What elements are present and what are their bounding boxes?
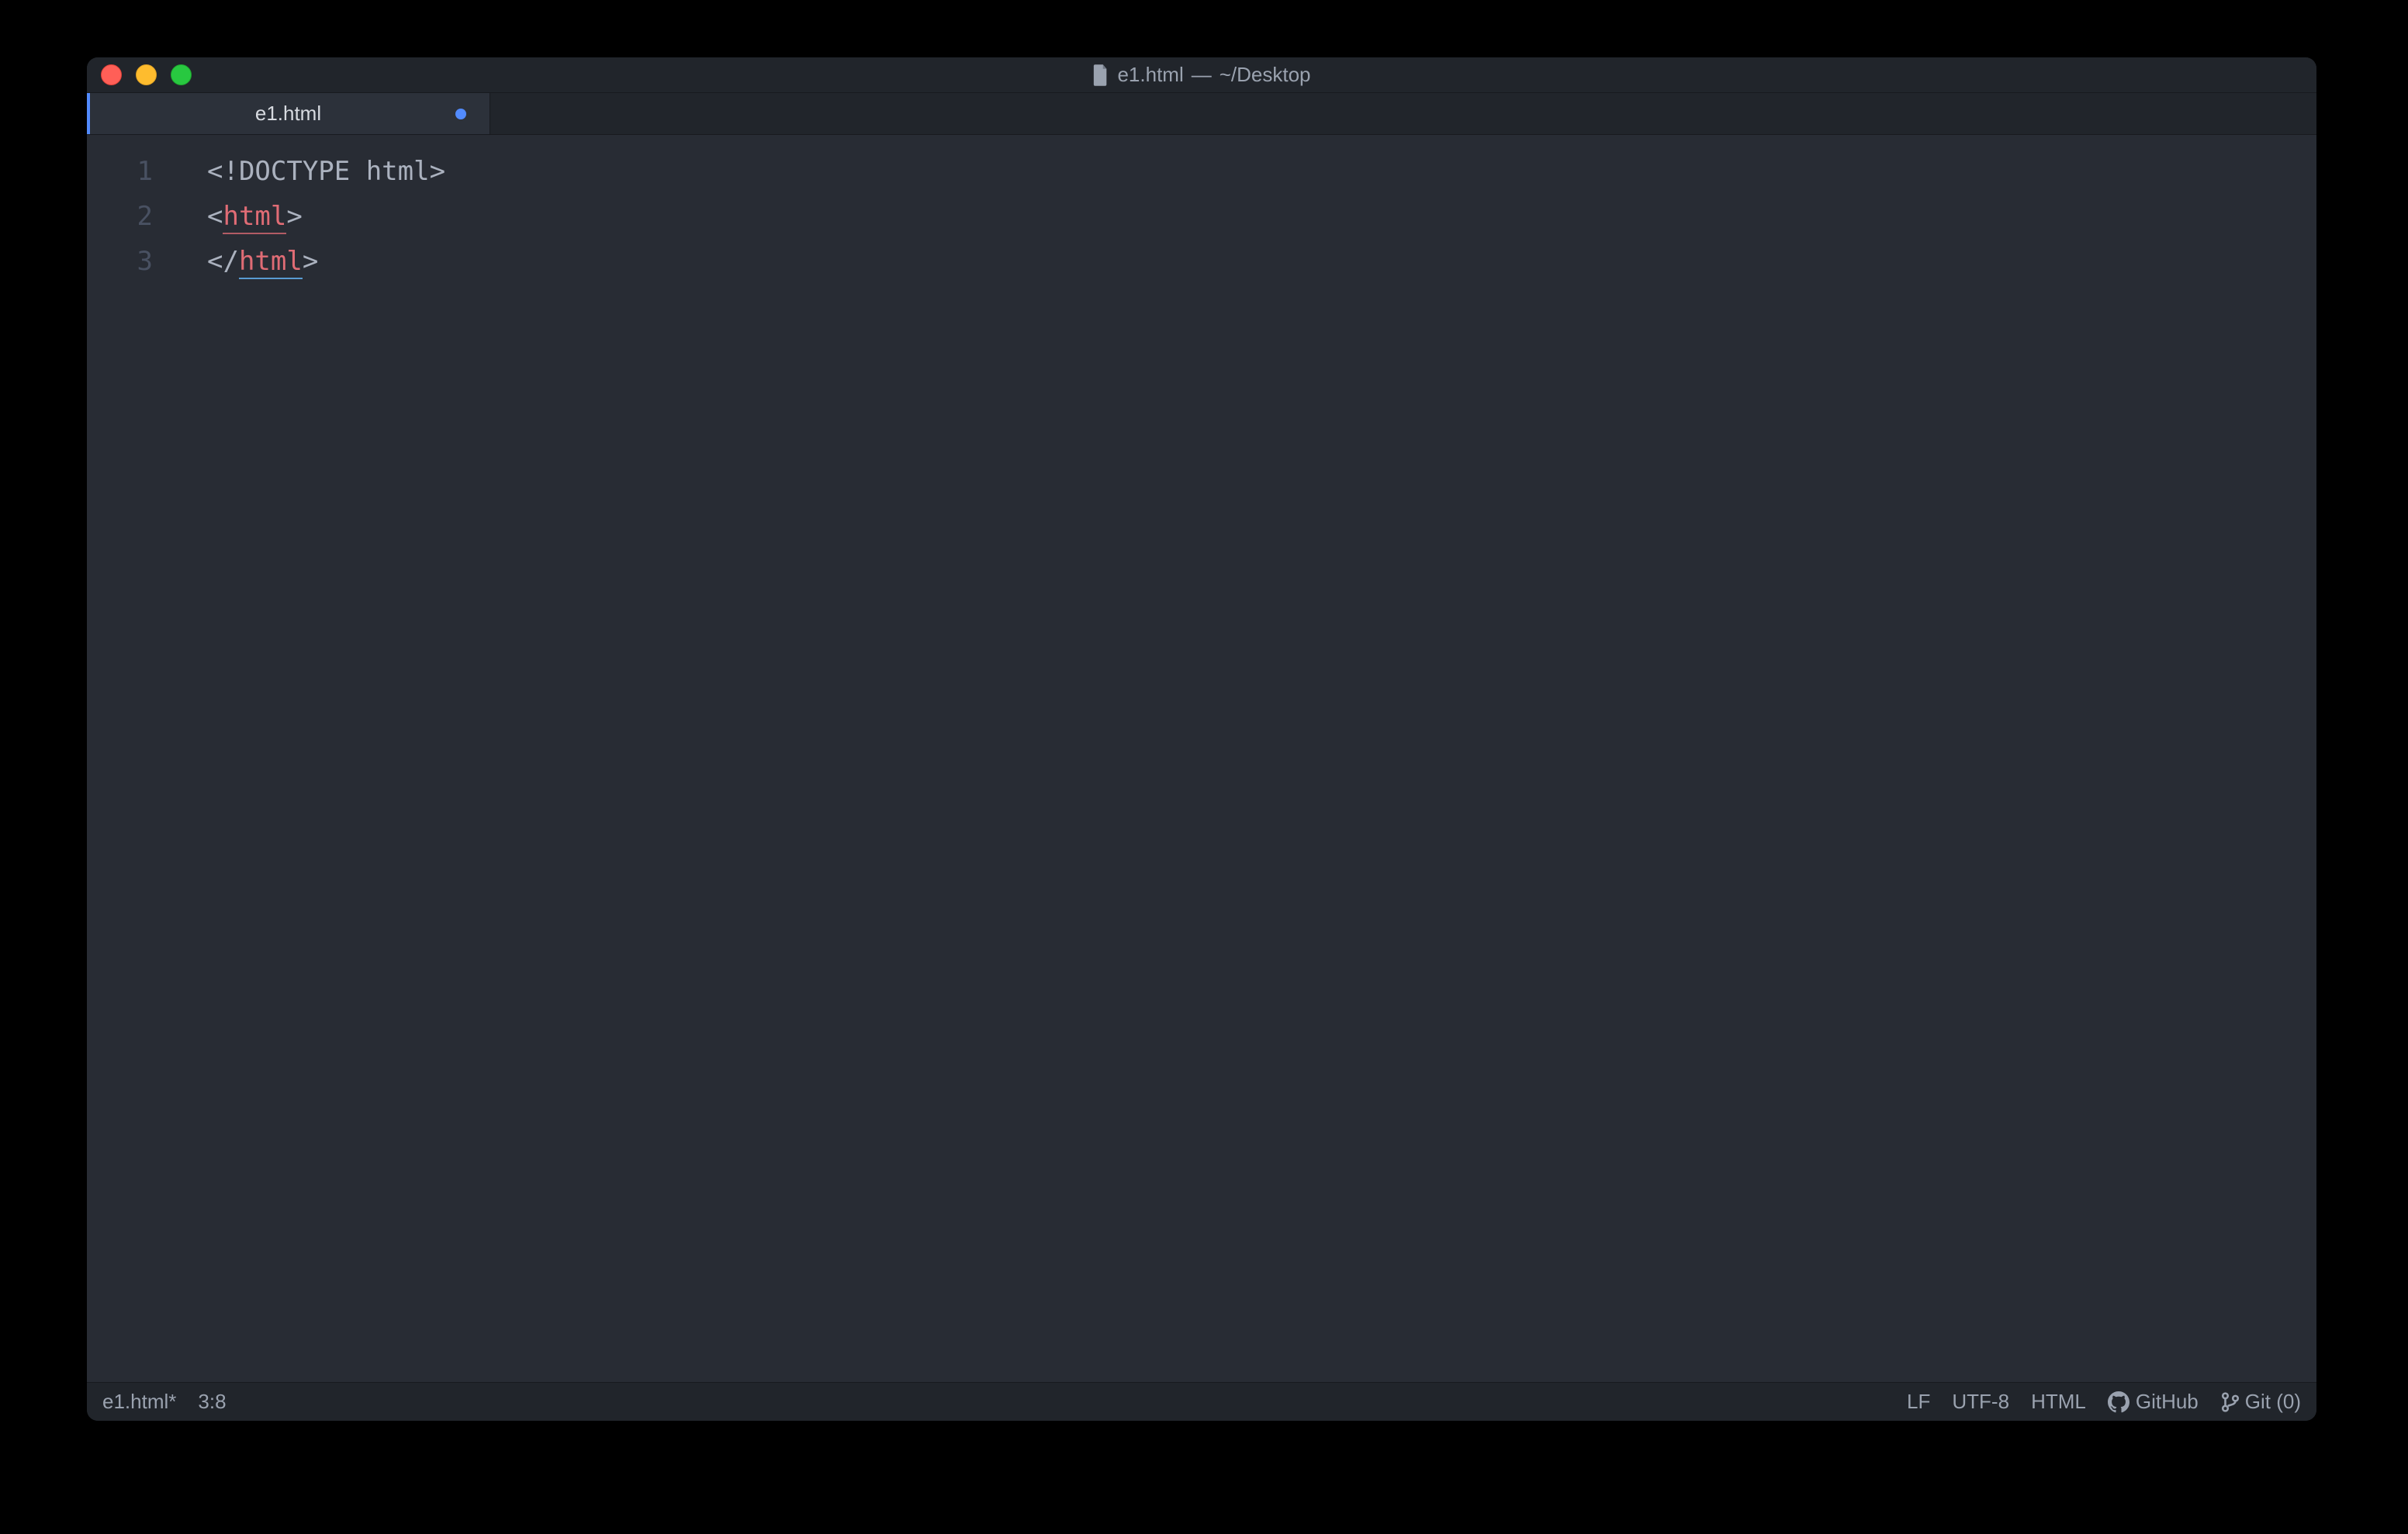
tabbar: e1.html: [87, 93, 2316, 135]
code-token: html: [223, 201, 286, 234]
line-number: 1: [87, 149, 153, 194]
code-editor[interactable]: 123 <!DOCTYPE html><html></html>: [87, 135, 2316, 1382]
document-icon: [1092, 64, 1109, 86]
editor-window: e1.html — ~/Desktop e1.html 123 <!DOCTYP…: [87, 57, 2316, 1421]
code-line[interactable]: <!DOCTYPE html>: [207, 149, 2316, 194]
window-title-path: ~/Desktop: [1220, 63, 1311, 87]
github-icon: [2108, 1391, 2129, 1413]
line-number: 3: [87, 239, 153, 284]
code-area[interactable]: <!DOCTYPE html><html></html>: [176, 135, 2316, 1382]
titlebar: e1.html — ~/Desktop: [87, 57, 2316, 93]
status-git[interactable]: Git (0): [2220, 1390, 2301, 1414]
status-encoding[interactable]: UTF-8: [1952, 1390, 2009, 1414]
code-token: >: [303, 246, 318, 277]
line-number-gutter: 123: [87, 135, 176, 1382]
status-grammar[interactable]: HTML: [2031, 1390, 2086, 1414]
status-github[interactable]: GitHub: [2108, 1390, 2199, 1414]
minimize-window-button[interactable]: [136, 64, 157, 85]
window-controls: [87, 64, 192, 85]
statusbar: e1.html* 3:8 LF UTF-8 HTML GitHub Git (0…: [87, 1382, 2316, 1421]
window-title-separator: —: [1192, 63, 1212, 87]
window-title-filename: e1.html: [1117, 63, 1183, 87]
code-line[interactable]: <html>: [207, 194, 2316, 239]
tab-label: e1.html: [255, 102, 321, 126]
code-token: html: [239, 246, 303, 279]
code-line[interactable]: </html>: [207, 239, 2316, 284]
status-git-label: Git (0): [2245, 1390, 2301, 1414]
code-token: >: [286, 201, 302, 232]
current-line-highlight: [176, 239, 2316, 284]
zoom-window-button[interactable]: [171, 64, 192, 85]
code-token: <: [207, 201, 223, 232]
code-token: </: [207, 246, 239, 277]
close-window-button[interactable]: [101, 64, 122, 85]
status-filename[interactable]: e1.html*: [102, 1390, 176, 1414]
window-title: e1.html — ~/Desktop: [87, 63, 2316, 87]
tab-e1-html[interactable]: e1.html: [87, 93, 490, 134]
tab-dirty-indicator-icon: [455, 109, 466, 119]
status-github-label: GitHub: [2136, 1390, 2199, 1414]
status-cursor-position[interactable]: 3:8: [198, 1390, 226, 1414]
code-token: <!DOCTYPE html>: [207, 156, 445, 187]
git-branch-icon: [2220, 1392, 2240, 1412]
status-line-endings[interactable]: LF: [1907, 1390, 1930, 1414]
tab-active-indicator: [87, 93, 90, 134]
line-number: 2: [87, 194, 153, 239]
